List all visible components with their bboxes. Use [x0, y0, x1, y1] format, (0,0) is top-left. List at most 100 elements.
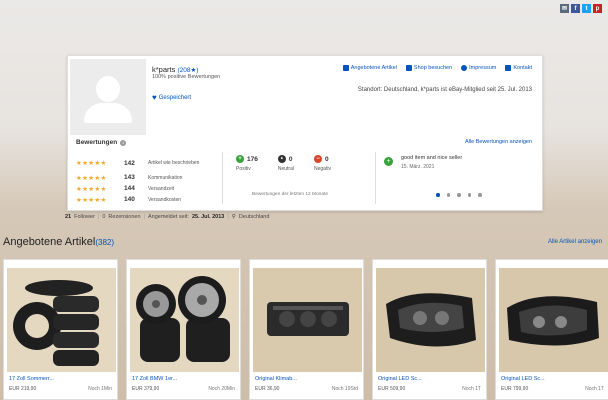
item-time-left: Noch 20Min: [208, 386, 235, 392]
review-text: good item and nice seller: [401, 155, 463, 161]
neutral-label: Neutral: [277, 166, 294, 172]
item-card[interactable]: Original Klimab... EUR 36,90 Noch 19Std: [249, 259, 364, 400]
member-since-label: Angemeldet seit:: [147, 214, 189, 220]
divider: [222, 152, 223, 204]
saved-label: Gespeichert: [158, 94, 192, 101]
heart-icon: ♥: [152, 93, 157, 102]
impressum-link[interactable]: Impressum: [461, 65, 496, 71]
all-items-link[interactable]: Alle Artikel anzeigen: [548, 239, 602, 245]
rating-label: Kommunikation: [148, 174, 183, 181]
item-image[interactable]: [376, 268, 485, 372]
reviews-label: Rezensionen: [108, 214, 141, 220]
plus-icon: +: [236, 155, 244, 163]
stars-icon: ★★★★★: [76, 160, 107, 167]
rating-label: Versandkosten: [148, 196, 182, 203]
rating-row: ★★★★★ 143 Kommunikation: [76, 172, 224, 183]
tag-icon: [342, 65, 349, 71]
feedback-summary: +176 Positiv • 0 Neutral −0 Negativ: [236, 155, 331, 172]
all-reviews-link[interactable]: Alle Bewertungen anzeigen: [465, 139, 532, 145]
positive-label: Positiv: [236, 166, 251, 172]
carousel-dot[interactable]: [478, 193, 482, 197]
rating-count: 143: [124, 174, 135, 181]
item-time-left: Noch 19Std: [331, 386, 358, 392]
positive-count: 176: [247, 155, 258, 163]
feedback-neutral[interactable]: • 0 Neutral: [277, 155, 294, 172]
envelope-icon: [505, 65, 512, 71]
twitter-icon[interactable]: t: [582, 4, 591, 13]
negative-count: 0: [324, 155, 329, 163]
offered-items-link[interactable]: Angebotene Artikel: [342, 65, 397, 71]
item-card[interactable]: 17 Zoll BMW 1er... EUR 379,90 Noch 20Min: [126, 259, 241, 400]
rating-count: 142: [124, 159, 135, 167]
section-count: (382): [95, 238, 115, 247]
item-card[interactable]: 17 Zoll Sommerr... EUR 219,90 Noch 1Min: [3, 259, 118, 400]
section-title: Angebotene Artikel(382): [3, 236, 114, 248]
seller-name: k*parts (208★): [152, 65, 198, 74]
negative-label: Negativ: [313, 166, 331, 172]
item-title[interactable]: Original Klimab...: [255, 376, 297, 382]
visit-shop-link[interactable]: Shop besuchen: [405, 65, 453, 71]
feedback-negative[interactable]: −0 Negativ: [313, 155, 331, 172]
stars-icon: ★★★★★: [76, 185, 107, 193]
saved-button[interactable]: ♥ Gespeichert: [152, 93, 191, 102]
info-icon[interactable]: i: [120, 139, 127, 146]
share-bar: ✉ f t p: [560, 4, 602, 13]
rating-row: ★★★★★ 142 Artikel wie beschrieben: [76, 154, 224, 172]
followers-count: 21: [65, 214, 72, 220]
avatar: [70, 59, 146, 135]
item-title[interactable]: 17 Zoll BMW 1er...: [132, 376, 177, 382]
seller-card: k*parts (208★) 100% positive Bewertungen…: [67, 55, 543, 211]
feedback-positive[interactable]: +176 Positiv: [236, 155, 258, 172]
rating-count: 140: [124, 196, 135, 203]
review-date: 15. März. 2021: [401, 164, 435, 170]
item-time-left: Noch 1T: [462, 386, 481, 392]
seller-name-text: k*parts: [152, 65, 176, 74]
mail-icon[interactable]: ✉: [560, 4, 569, 13]
item-card[interactable]: Original LED Sc... EUR 509,90 Noch 1T: [372, 259, 487, 400]
item-title[interactable]: Original LED Sc...: [378, 376, 422, 382]
carousel-dot[interactable]: [457, 193, 461, 197]
carousel-dots: [436, 193, 482, 197]
seller-positive-rate: 100% positive Bewertungen: [152, 74, 221, 80]
impressum-label: Impressum: [469, 65, 497, 71]
carousel-dot[interactable]: [467, 193, 471, 197]
item-image[interactable]: [130, 268, 239, 372]
item-time-left: Noch 1Min: [88, 386, 112, 392]
offered-items-label: Angebotene Artikel: [350, 65, 397, 71]
pinterest-icon[interactable]: p: [593, 4, 602, 13]
item-image[interactable]: [7, 268, 116, 372]
latest-review: + good item and nice seller 15. März. 20…: [384, 155, 462, 170]
item-price: EUR 36,90: [255, 386, 280, 392]
item-price: EUR 379,90: [132, 386, 160, 392]
item-price: EUR 509,90: [378, 386, 406, 392]
item-time-left: Noch 1T: [585, 386, 604, 392]
rating-row: ★★★★★ 144 Versandzeit: [76, 183, 224, 194]
reviews-count: 0: [102, 214, 106, 220]
item-card[interactable]: Original LED Sc... EUR 799,90 Noch 1T: [495, 259, 608, 400]
member-since-date: 25. Jul. 2013: [191, 214, 225, 220]
item-image[interactable]: [499, 268, 608, 372]
seller-links: Angebotene Artikel Shop besuchen Impress…: [342, 65, 532, 71]
item-title[interactable]: 17 Zoll Sommerr...: [9, 376, 54, 382]
contact-label: Kontakt: [513, 65, 532, 71]
item-title[interactable]: Original LED Sc...: [501, 376, 545, 382]
rating-count: 144: [124, 185, 135, 192]
followers-label: Follower: [74, 214, 95, 220]
facebook-icon[interactable]: f: [571, 4, 580, 13]
carousel-dot[interactable]: [436, 193, 440, 197]
seller-stats: 21 Follower | 0 Rezensionen | Angemeldet…: [65, 214, 270, 220]
item-price: EUR 799,90: [501, 386, 529, 392]
neutral-count: 0: [288, 155, 293, 163]
minus-icon: −: [313, 155, 322, 163]
item-price: EUR 219,90: [9, 386, 37, 392]
item-image[interactable]: [253, 268, 362, 372]
plus-icon: +: [384, 157, 393, 166]
seller-score[interactable]: (208★): [177, 67, 198, 74]
visit-shop-label: Shop besuchen: [413, 65, 453, 71]
location-pin-icon: ⚲: [231, 214, 236, 220]
contact-link[interactable]: Kontakt: [505, 65, 532, 71]
section-title-text: Angebotene Artikel: [3, 236, 96, 248]
stars-icon: ★★★★★: [76, 196, 107, 204]
carousel-dot[interactable]: [446, 193, 450, 197]
detailed-ratings: ★★★★★ 142 Artikel wie beschrieben ★★★★★ …: [76, 154, 224, 205]
